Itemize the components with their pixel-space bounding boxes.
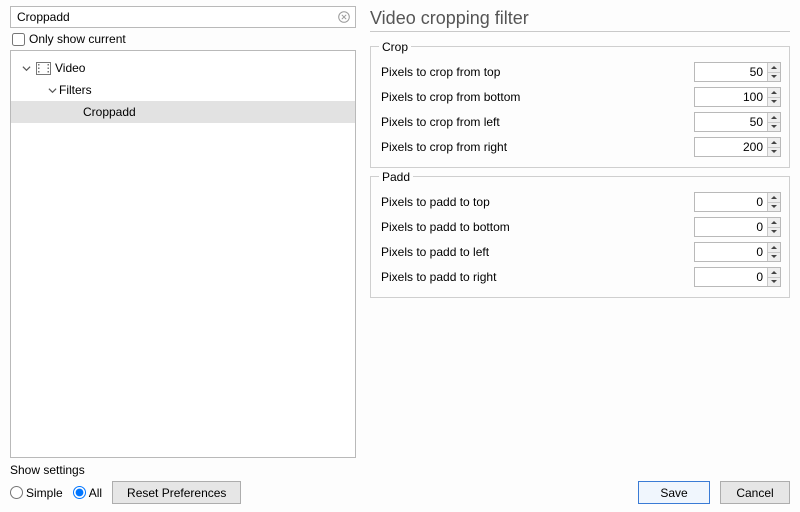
video-icon xyxy=(35,60,51,76)
crop-top-spin[interactable] xyxy=(694,62,781,82)
cancel-button[interactable]: Cancel xyxy=(720,481,790,504)
padd-group: Padd Pixels to padd to top Pixels to pad… xyxy=(370,176,790,298)
crop-bottom-spin[interactable] xyxy=(694,87,781,107)
radio-simple-label: Simple xyxy=(26,486,63,500)
chevron-down-icon[interactable] xyxy=(45,83,59,97)
page-title: Video cropping filter xyxy=(370,8,790,29)
spin-up-icon[interactable] xyxy=(768,243,780,252)
padd-top-label: Pixels to padd to top xyxy=(379,195,694,209)
spin-down-icon[interactable] xyxy=(768,147,780,156)
search-input[interactable] xyxy=(10,6,356,28)
padd-top-spin[interactable] xyxy=(694,192,781,212)
padd-legend: Padd xyxy=(379,170,413,184)
crop-left-label: Pixels to crop from left xyxy=(379,115,694,129)
spin-down-icon[interactable] xyxy=(768,97,780,106)
padd-left-spin[interactable] xyxy=(694,242,781,262)
padd-bottom-input[interactable] xyxy=(695,218,767,236)
tree-node-video[interactable]: Video xyxy=(11,57,355,79)
radio-simple[interactable]: Simple xyxy=(10,486,63,500)
spin-up-icon[interactable] xyxy=(768,113,780,122)
radio-all[interactable]: All xyxy=(73,486,102,500)
crop-legend: Crop xyxy=(379,40,411,54)
padd-right-label: Pixels to padd to right xyxy=(379,270,694,284)
spin-down-icon[interactable] xyxy=(768,122,780,131)
only-show-current-label: Only show current xyxy=(29,32,126,46)
spin-down-icon[interactable] xyxy=(768,227,780,236)
show-settings-label: Show settings xyxy=(10,463,241,477)
spin-down-icon[interactable] xyxy=(768,72,780,81)
only-show-current-row[interactable]: Only show current xyxy=(12,32,356,46)
crop-right-label: Pixels to crop from right xyxy=(379,140,694,154)
crop-bottom-input[interactable] xyxy=(695,88,767,106)
spin-up-icon[interactable] xyxy=(768,268,780,277)
reset-preferences-button[interactable]: Reset Preferences xyxy=(112,481,241,504)
crop-right-spin[interactable] xyxy=(694,137,781,157)
search-wrap xyxy=(10,6,356,28)
tree-node-croppadd[interactable]: Croppadd xyxy=(11,101,355,123)
save-button[interactable]: Save xyxy=(638,481,710,504)
crop-group: Crop Pixels to crop from top Pixels to c… xyxy=(370,46,790,168)
padd-bottom-label: Pixels to padd to bottom xyxy=(379,220,694,234)
padd-right-input[interactable] xyxy=(695,268,767,286)
title-separator xyxy=(370,31,790,32)
tree-label: Croppadd xyxy=(83,105,136,119)
tree-label: Filters xyxy=(59,83,92,97)
tree-label: Video xyxy=(55,61,85,75)
spin-up-icon[interactable] xyxy=(768,138,780,147)
crop-right-input[interactable] xyxy=(695,138,767,156)
spin-down-icon[interactable] xyxy=(768,202,780,211)
spin-up-icon[interactable] xyxy=(768,63,780,72)
spin-down-icon[interactable] xyxy=(768,252,780,261)
padd-top-input[interactable] xyxy=(695,193,767,211)
crop-left-input[interactable] xyxy=(695,113,767,131)
spin-up-icon[interactable] xyxy=(768,218,780,227)
padd-left-label: Pixels to padd to left xyxy=(379,245,694,259)
padd-right-spin[interactable] xyxy=(694,267,781,287)
padd-bottom-spin[interactable] xyxy=(694,217,781,237)
clear-search-icon[interactable] xyxy=(336,9,352,25)
radio-simple-input[interactable] xyxy=(10,486,23,499)
crop-top-input[interactable] xyxy=(695,63,767,81)
only-show-current-checkbox[interactable] xyxy=(12,33,25,46)
padd-left-input[interactable] xyxy=(695,243,767,261)
crop-left-spin[interactable] xyxy=(694,112,781,132)
crop-bottom-label: Pixels to crop from bottom xyxy=(379,90,694,104)
radio-all-label: All xyxy=(89,486,102,500)
spin-down-icon[interactable] xyxy=(768,277,780,286)
crop-top-label: Pixels to crop from top xyxy=(379,65,694,79)
chevron-down-icon[interactable] xyxy=(19,61,33,75)
radio-all-input[interactable] xyxy=(73,486,86,499)
tree-node-filters[interactable]: Filters xyxy=(11,79,355,101)
spin-up-icon[interactable] xyxy=(768,193,780,202)
spin-up-icon[interactable] xyxy=(768,88,780,97)
preferences-tree[interactable]: Video Filters Croppadd xyxy=(10,50,356,458)
